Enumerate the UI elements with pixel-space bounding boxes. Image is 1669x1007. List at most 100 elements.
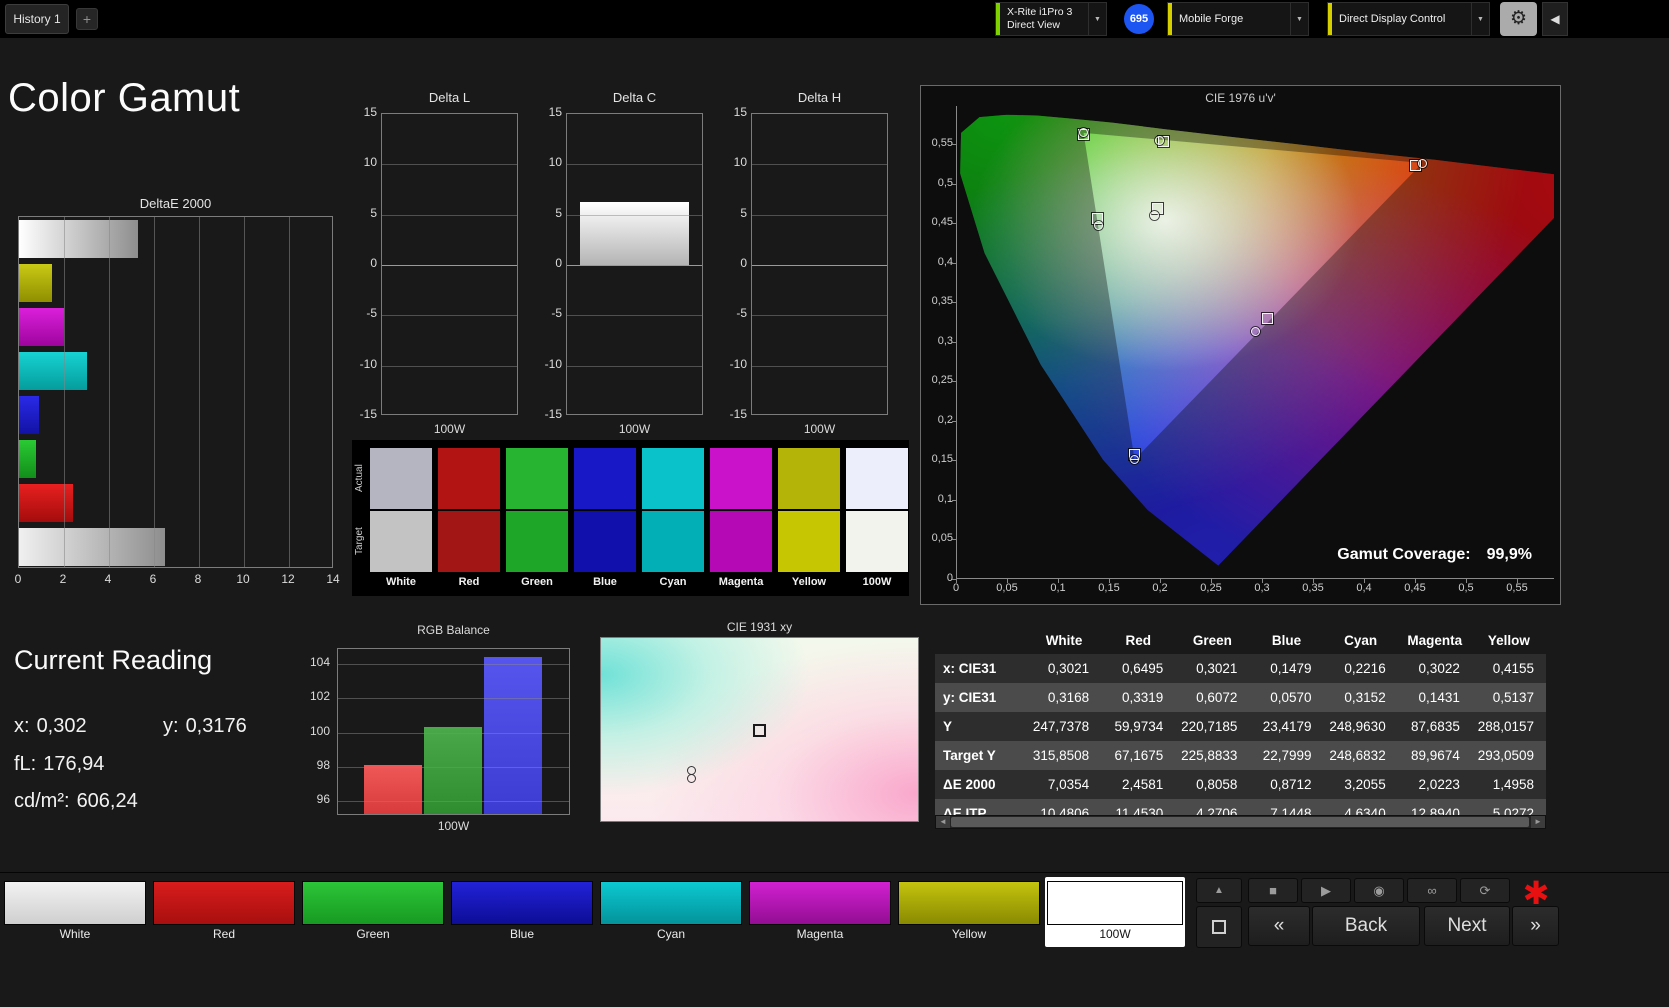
axis-tick-label: -15 — [538, 407, 562, 421]
patch-label: Magenta — [747, 927, 893, 941]
collapse-arrow-icon: ◀ — [1550, 12, 1559, 26]
gridline — [289, 217, 290, 567]
chart-title: RGB Balance — [337, 623, 570, 637]
cell-value: 293,0509 — [1472, 741, 1546, 770]
axis-label: 100W — [566, 422, 703, 436]
next-button[interactable]: Next — [1424, 906, 1510, 946]
meter-count-badge[interactable]: 695 — [1124, 4, 1154, 34]
swatch-column-label: Green — [503, 576, 571, 588]
chart-title: CIE 1976 u'v' — [921, 91, 1560, 105]
gear-icon: ⚙ — [1510, 8, 1527, 29]
meter-line1: X-Rite i1Pro 3 — [1007, 6, 1081, 19]
axis-tick-label: 102 — [300, 689, 330, 703]
source-dropdown[interactable]: Mobile Forge ▼ — [1167, 2, 1309, 36]
meter-line2: Direct View — [1007, 19, 1081, 32]
patch-button-yellow[interactable]: Yellow — [896, 877, 1042, 947]
cell-value: 2,4581 — [1101, 770, 1175, 799]
tick-mark — [1517, 579, 1518, 583]
axis-tick-label: 0,45 — [1399, 582, 1431, 594]
cell-value: 67,1675 — [1101, 741, 1175, 770]
swatch-labels: WhiteRedGreenBlueCyanMagentaYellow100W — [352, 576, 909, 592]
chevron-down-icon[interactable]: ▼ — [1471, 3, 1489, 35]
tick-mark — [952, 579, 956, 580]
frame-button[interactable] — [1196, 906, 1242, 948]
patch-label: Red — [151, 927, 297, 941]
patch-label: Yellow — [896, 927, 1042, 941]
tick-mark — [1007, 579, 1008, 583]
axis-tick-label: -10 — [538, 357, 562, 371]
patch-button-blue[interactable]: Blue — [449, 877, 595, 947]
cell-value: 87,6835 — [1398, 712, 1472, 741]
cie1931-diagram — [600, 637, 919, 822]
axis-tick-label: 0,45 — [923, 216, 953, 228]
patch-button-red[interactable]: Red — [151, 877, 297, 947]
transport-stop-button[interactable]: ■ — [1248, 878, 1298, 903]
axis-tick-label: -10 — [353, 357, 377, 371]
history-tab[interactable]: History 1 — [5, 4, 69, 34]
collapse-panel-button[interactable]: ◀ — [1542, 2, 1568, 36]
deltae-bar-white — [19, 220, 138, 258]
chevron-down-icon[interactable]: ▼ — [1088, 3, 1106, 35]
axis-tick-label: 10 — [538, 155, 562, 169]
gridline — [338, 698, 569, 699]
patch-button-100w[interactable]: 100W — [1045, 877, 1185, 947]
measured-marker — [687, 774, 696, 783]
tick-mark — [952, 381, 956, 382]
deltae2000-chart: DeltaE 2000 02468101214 — [0, 196, 345, 596]
meter-dropdown[interactable]: X-Rite i1Pro 3 Direct View ▼ — [995, 2, 1107, 36]
table-row-y: Y247,737859,9734220,718523,4179248,96308… — [935, 712, 1546, 741]
swatch-target-yellow — [778, 511, 840, 572]
bottom-bar: WhiteRedGreenBlueCyanMagentaYellow100W ▲■… — [0, 872, 1669, 1007]
display-control-dropdown[interactable]: Direct Display Control ▼ — [1327, 2, 1490, 36]
column-header-green: Green — [1175, 628, 1249, 654]
swatch-actual-cyan — [642, 448, 704, 509]
up-button[interactable]: ▲ — [1196, 878, 1242, 903]
tick-mark — [1160, 579, 1161, 583]
patch-button-cyan[interactable]: Cyan — [598, 877, 744, 947]
transport-infinity-button[interactable]: ∞ — [1407, 878, 1457, 903]
cell-value: 225,8833 — [1175, 741, 1249, 770]
patch-label: White — [2, 927, 148, 941]
gamut-coverage-label: Gamut Coverage: — [1337, 546, 1470, 563]
transport-loop-button[interactable]: ⟳ — [1460, 878, 1510, 903]
cell-value: 0,1431 — [1398, 683, 1472, 712]
axis-tick-label: 5 — [723, 206, 747, 220]
cell-value: 0,8712 — [1249, 770, 1323, 799]
cie1976-horseshoe-diagram — [956, 106, 1554, 579]
cell-value: 7,0354 — [1027, 770, 1101, 799]
scrollbar-thumb[interactable] — [951, 817, 1529, 827]
cell-value: 0,8058 — [1175, 770, 1249, 799]
cell-value: 0,3022 — [1398, 654, 1472, 683]
back-button[interactable]: Back — [1312, 906, 1420, 946]
patch-swatch — [302, 881, 444, 925]
reading-y: y:0,3176 — [163, 715, 247, 738]
swatch-column-label: Blue — [571, 576, 639, 588]
gridline — [752, 265, 887, 266]
patch-button-magenta[interactable]: Magenta — [747, 877, 893, 947]
swatch-target-white — [370, 511, 432, 572]
patch-button-white[interactable]: White — [2, 877, 148, 947]
chart-title: CIE 1931 xy — [600, 620, 919, 634]
cell-value: 0,3021 — [1175, 654, 1249, 683]
patch-button-green[interactable]: Green — [300, 877, 446, 947]
axis-tick-label: 0,2 — [1144, 582, 1176, 594]
reading-x: x:0,302 — [14, 715, 87, 738]
scroll-left-button[interactable]: ◄ — [936, 816, 950, 828]
table-scrollbar[interactable]: ◄ ► — [935, 815, 1546, 829]
axis-tick-label: 96 — [300, 792, 330, 806]
cell-value: 5,0272 — [1472, 799, 1546, 815]
scroll-right-button[interactable]: ► — [1531, 816, 1545, 828]
gear-button[interactable]: ⚙ — [1500, 2, 1537, 36]
delta-bar — [580, 202, 689, 265]
column-header-white: White — [1027, 628, 1101, 654]
cell-value: 10,4806 — [1027, 799, 1101, 815]
swatch-column-label: Magenta — [707, 576, 775, 588]
transport-camera-button[interactable]: ◉ — [1354, 878, 1404, 903]
reading-cd: cd/m²:606,24 — [14, 790, 138, 813]
chevron-down-icon[interactable]: ▼ — [1290, 3, 1308, 35]
transport-play-button[interactable]: ▶ — [1301, 878, 1351, 903]
chevrons-right-button[interactable]: » — [1512, 906, 1559, 946]
add-tab-button[interactable]: + — [76, 8, 98, 30]
tick-mark — [956, 579, 957, 583]
chevrons-left-button[interactable]: « — [1248, 906, 1310, 946]
